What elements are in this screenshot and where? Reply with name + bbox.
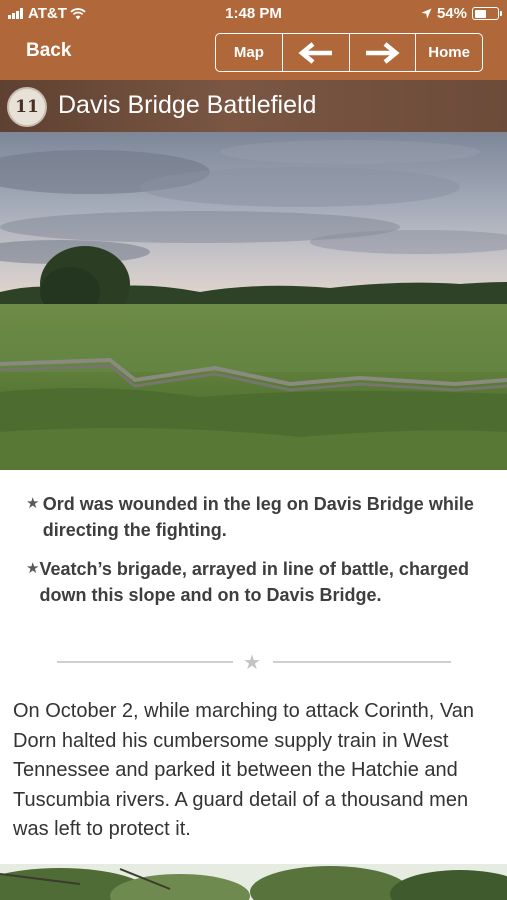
map-button[interactable]: Map [216, 34, 283, 71]
list-item: ★ Ord was wounded in the leg on Davis Br… [26, 491, 476, 543]
star-bullet-icon: ★ [26, 495, 40, 512]
next-button[interactable] [350, 34, 417, 71]
page-title: Davis Bridge Battlefield [58, 91, 317, 119]
key-facts-list: ★ Ord was wounded in the leg on Davis Br… [26, 491, 476, 621]
fact-text: Veatch’s brigade, arrayed in line of bat… [39, 559, 469, 605]
arrow-left-icon [298, 41, 332, 64]
arrow-right-icon [366, 41, 400, 64]
back-button[interactable]: Back [26, 40, 71, 62]
battery-fill [474, 9, 487, 18]
star-icon: ★ [243, 652, 261, 674]
stop-number-badge: 11 [7, 87, 47, 127]
nav-button-group: Map Home [215, 33, 483, 72]
trees-image [0, 864, 507, 900]
divider-line-left [57, 661, 233, 663]
list-item: ★ Veatch’s brigade, arrayed in line of b… [26, 556, 476, 608]
previous-button[interactable] [283, 34, 350, 71]
fact-text: Ord was wounded in the leg on Davis Brid… [42, 494, 474, 540]
divider-line-right [273, 661, 451, 663]
top-bar: AT&T 1:48 PM 54% Back Map Home [0, 0, 507, 80]
location-icon [421, 8, 432, 19]
section-divider: ★ [57, 650, 451, 674]
secondary-photo [0, 864, 507, 900]
battlefield-photo [0, 132, 507, 470]
battery-percent: 54% [436, 5, 467, 22]
star-bullet-icon: ★ [26, 560, 40, 577]
status-right: 54% [421, 5, 502, 22]
home-button[interactable]: Home [416, 34, 482, 71]
landscape-image [0, 132, 507, 470]
body-paragraph: On October 2, while marching to attack C… [13, 700, 474, 840]
status-bar: AT&T 1:48 PM 54% [0, 0, 507, 28]
battery-icon [472, 7, 502, 20]
